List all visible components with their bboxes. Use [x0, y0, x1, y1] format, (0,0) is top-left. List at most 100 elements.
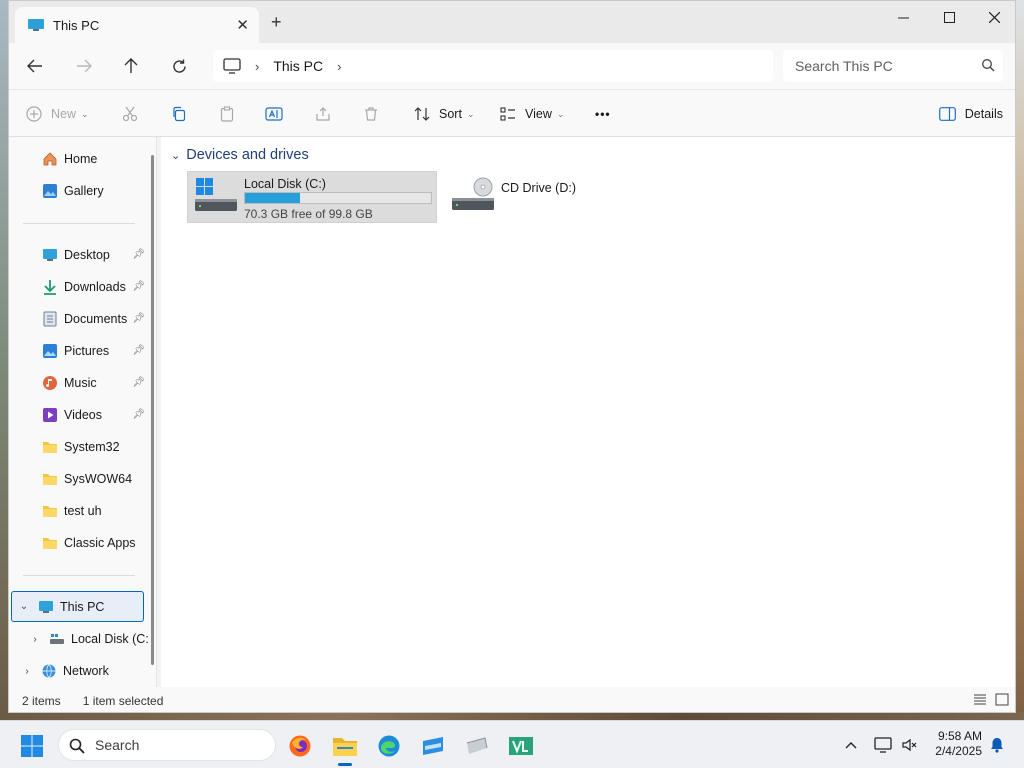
new-button[interactable]: New ⌄: [25, 103, 89, 125]
tab-close-button[interactable]: ✕: [236, 16, 249, 34]
sidebar-item-documents[interactable]: Documents 📌︎: [9, 305, 151, 333]
app-taskbar-button-2[interactable]: [460, 729, 494, 763]
this-pc-icon: [38, 599, 54, 615]
sidebar-item-network[interactable]: › Network: [9, 657, 151, 685]
clock-date: 2/4/2025: [935, 744, 982, 758]
close-window-button[interactable]: [971, 5, 1015, 29]
drive-free-space: 70.3 GB free of 99.8 GB: [244, 207, 373, 221]
navigation-pane: Home Gallery Desktop 📌︎ Downloads 📌︎ Doc…: [9, 137, 157, 687]
sidebar-item-syswow64[interactable]: SysWOW64: [9, 465, 151, 493]
sidebar-scrollbar[interactable]: [151, 155, 154, 665]
file-explorer-taskbar-button[interactable]: [328, 729, 362, 766]
share-button[interactable]: [314, 103, 340, 125]
network-status-button[interactable]: [870, 729, 896, 761]
sidebar-item-label: test uh: [64, 504, 102, 518]
chevron-down-icon[interactable]: ⌄: [18, 601, 30, 612]
network-icon: [41, 663, 57, 679]
sidebar-item-videos[interactable]: Videos 📌︎: [9, 401, 151, 429]
details-pane-icon: [939, 105, 957, 123]
pin-icon[interactable]: 📌︎: [132, 377, 145, 388]
speaker-muted-icon: [902, 738, 917, 752]
search-box[interactable]: Search This PC: [783, 50, 1003, 82]
chevron-right-icon[interactable]: ›: [21, 666, 33, 677]
pin-icon[interactable]: 📌︎: [132, 409, 145, 420]
maximize-button[interactable]: [926, 5, 972, 29]
home-icon: [42, 151, 58, 167]
edge-taskbar-button[interactable]: [372, 729, 406, 763]
sidebar-item-home[interactable]: Home: [9, 145, 151, 173]
visual-studio-code-taskbar-button[interactable]: [504, 729, 538, 763]
sort-button[interactable]: Sort ⌄: [413, 103, 474, 125]
details-label: Details: [964, 107, 1003, 121]
details-view-icon[interactable]: [973, 693, 987, 707]
firefox-taskbar-button[interactable]: [283, 729, 317, 763]
back-button[interactable]: [21, 53, 49, 79]
view-button[interactable]: View ⌄: [499, 103, 564, 125]
sidebar-item-label: SysWOW64: [64, 472, 133, 486]
folder-icon: [42, 439, 58, 455]
delete-button[interactable]: [362, 103, 388, 125]
sidebar-item-gallery[interactable]: Gallery: [9, 177, 151, 205]
sidebar-item-this-pc[interactable]: ⌄ This PC: [11, 591, 144, 622]
clock-time: 9:58 AM: [937, 729, 982, 743]
edge-icon: [378, 735, 400, 757]
windows-start-icon[interactable]: [20, 734, 44, 758]
sidebar-item-desktop[interactable]: Desktop 📌︎: [9, 241, 151, 269]
new-tab-button[interactable]: +: [271, 13, 282, 31]
trash-icon: [362, 105, 380, 123]
chevron-right-icon[interactable]: ›: [29, 634, 41, 645]
volume-status-button[interactable]: [898, 729, 920, 761]
drive-local-disk-c[interactable]: Local Disk (C:) 70.3 GB free of 99.8 GB: [187, 171, 437, 223]
pin-icon[interactable]: 📌︎: [132, 313, 145, 324]
sidebar-item-music[interactable]: Music 📌︎: [9, 369, 151, 397]
arrow-up-icon: [124, 58, 138, 73]
sidebar-item-pictures[interactable]: Pictures 📌︎: [9, 337, 151, 365]
address-bar[interactable]: › This PC ›: [213, 50, 773, 82]
monitor-network-icon: [874, 737, 892, 753]
blue-app-icon: [423, 737, 443, 755]
sidebar-item-system32[interactable]: System32: [9, 433, 151, 461]
view-list-icon: [499, 105, 517, 123]
folder-icon: [42, 471, 58, 487]
file-list-pane: ⌄ Devices and drives Local Disk (C:) 70.…: [161, 137, 1015, 687]
taskbar-search-box[interactable]: Search: [58, 729, 276, 761]
details-pane-button[interactable]: Details: [939, 103, 1003, 125]
breadcrumb-chevron-icon[interactable]: ›: [337, 59, 341, 74]
notifications-button[interactable]: [986, 729, 1008, 761]
copy-button[interactable]: [170, 103, 196, 125]
show-hidden-icons-button[interactable]: [840, 729, 862, 761]
pin-icon[interactable]: 📌︎: [132, 345, 145, 356]
app-taskbar-button[interactable]: [416, 729, 450, 763]
forward-button[interactable]: [70, 53, 98, 79]
breadcrumb-this-pc[interactable]: This PC: [273, 58, 323, 74]
sidebar-item-classic-apps[interactable]: Classic Apps: [9, 529, 151, 557]
breadcrumb-chevron-icon[interactable]: ›: [255, 59, 259, 74]
sidebar-item-label: Pictures: [64, 344, 110, 358]
drive-cd-d[interactable]: CD Drive (D:): [445, 171, 585, 223]
cut-button[interactable]: [121, 103, 147, 125]
up-button[interactable]: [117, 53, 145, 79]
more-options-button[interactable]: •••: [595, 103, 611, 125]
pin-icon[interactable]: 📌︎: [132, 281, 145, 292]
search-icon: [982, 59, 995, 72]
videos-icon: [42, 407, 58, 423]
scissors-icon: [121, 105, 139, 123]
sidebar-item-test-uh[interactable]: test uh: [9, 497, 151, 525]
refresh-button[interactable]: [165, 53, 193, 79]
plus-circle-icon: [25, 105, 43, 123]
taskbar-clock[interactable]: 9:58 AM 2/4/2025: [930, 729, 982, 759]
group-header-devices-and-drives[interactable]: ⌄ Devices and drives: [171, 147, 309, 163]
sidebar-item-downloads[interactable]: Downloads 📌︎: [9, 273, 151, 301]
minimize-button[interactable]: [880, 5, 926, 29]
rename-button[interactable]: [265, 103, 291, 125]
gray-app-icon: [466, 737, 488, 754]
drive-usage-bar: [244, 192, 432, 204]
paste-button[interactable]: [218, 103, 244, 125]
sidebar-item-local-disk[interactable]: › Local Disk (C:: [9, 625, 151, 653]
drive-usage-fill: [245, 193, 301, 203]
tab-this-pc[interactable]: This PC ✕: [15, 7, 259, 43]
downloads-icon: [42, 279, 58, 295]
pin-icon[interactable]: 📌︎: [132, 249, 145, 260]
sidebar-item-label: Videos: [64, 408, 102, 422]
tiles-view-icon[interactable]: [995, 693, 1009, 707]
